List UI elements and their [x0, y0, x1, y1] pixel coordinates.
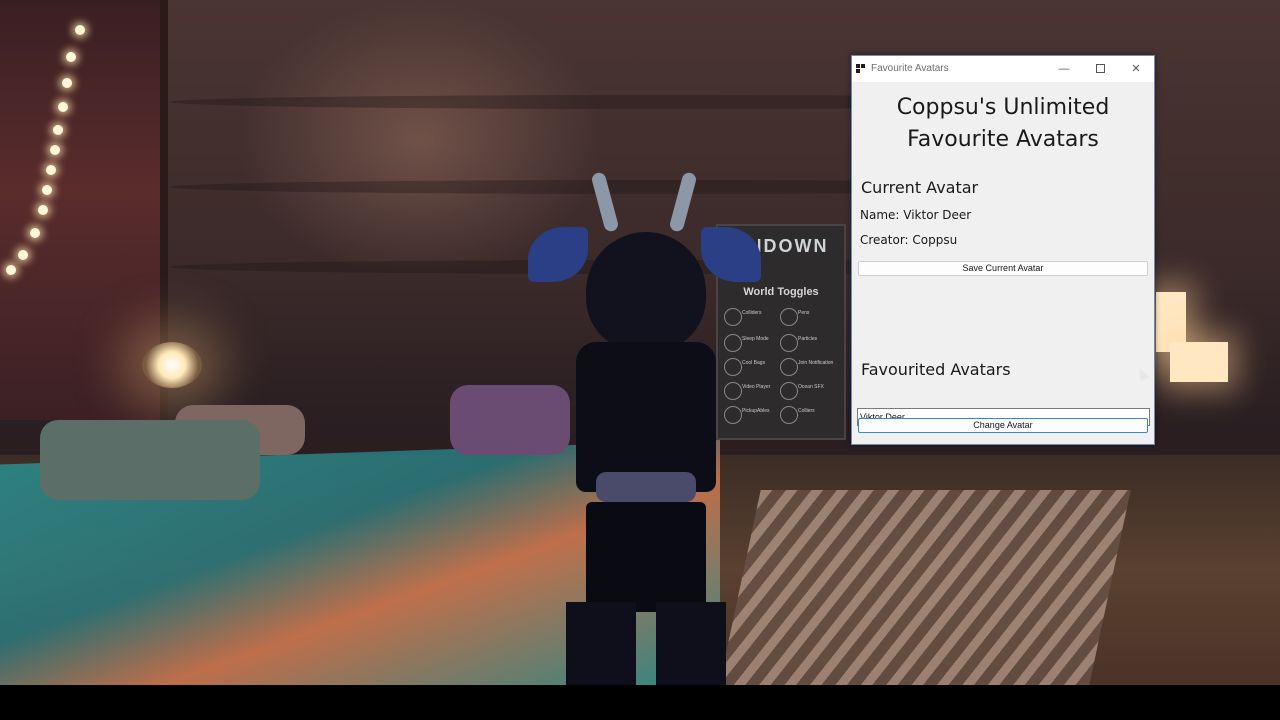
toggle-label: Particles [798, 336, 818, 342]
rug [719, 490, 1131, 685]
string-light [66, 52, 76, 62]
board-subtitle: World Toggles [743, 286, 819, 298]
string-light [18, 250, 28, 260]
toggle-label: Ocean SFX [798, 384, 824, 390]
avatar-legs [556, 602, 736, 685]
string-light [6, 265, 16, 275]
cube-lamp [1170, 342, 1228, 382]
save-current-avatar-button[interactable]: Save Current Avatar [858, 261, 1148, 276]
maximize-icon [1095, 63, 1105, 73]
toggle-label: Colliers [798, 408, 815, 414]
favourite-avatars-window[interactable]: Favourite Avatars — ✕ Coppsu's Unlimited… [851, 55, 1155, 445]
toggle-circle [780, 358, 798, 376]
maximize-button[interactable] [1082, 56, 1118, 82]
toggle-label: Cool Bags [742, 360, 766, 366]
toggle-circle [780, 406, 798, 424]
window-content: Coppsu's Unlimited Favourite Avatars Cur… [852, 82, 1154, 444]
letterbox-bar [0, 685, 1280, 720]
pillow [40, 420, 260, 500]
toggle-label: Colliders [742, 310, 762, 316]
string-light [58, 102, 68, 112]
toggle-label: Sleep Mode [742, 336, 769, 342]
avatar-creator-label: Creator: Coppsu [860, 233, 958, 247]
close-icon: ✕ [1131, 63, 1141, 75]
avatar-name-label: Name: Viktor Deer [860, 208, 972, 222]
window-title: Favourite Avatars [871, 63, 949, 74]
change-avatar-button[interactable]: Change Avatar [858, 418, 1148, 433]
string-light [38, 205, 48, 215]
string-light [42, 185, 52, 195]
string-light [53, 125, 63, 135]
string-light [75, 25, 85, 35]
minimize-icon: — [1058, 63, 1070, 75]
app-heading: Coppsu's Unlimited Favourite Avatars [852, 92, 1154, 156]
toggle-circle [780, 382, 798, 400]
avatar-torso [576, 342, 716, 492]
close-button[interactable]: ✕ [1118, 56, 1154, 82]
toggle-label: Video Player [742, 384, 771, 390]
pillow [450, 385, 570, 455]
avatar-head [586, 232, 706, 352]
wall-lamp [142, 342, 202, 388]
toggle-circle [780, 308, 798, 326]
string-light [62, 78, 72, 88]
minimize-button[interactable]: — [1046, 56, 1082, 82]
current-avatar-title: Current Avatar [861, 178, 979, 197]
string-light [50, 145, 60, 155]
toggle-circle [780, 334, 798, 352]
avatar-shorts [586, 502, 706, 612]
app-logo-icon [856, 64, 866, 74]
title-bar[interactable]: Favourite Avatars — ✕ [852, 56, 1154, 82]
ear [528, 227, 588, 282]
toggle-label: Pens [798, 310, 810, 316]
string-light [46, 165, 56, 175]
string-light [30, 228, 40, 238]
heading-line-1: Coppsu's Unlimited [896, 95, 1110, 120]
favourited-avatars-title: Favourited Avatars [861, 360, 1011, 379]
avatar-belly [596, 472, 696, 502]
heading-line-2: Favourite Avatars [907, 127, 1099, 152]
toggle-label: PickupAbles [742, 408, 770, 414]
toggle-label: Join Notification [798, 360, 834, 366]
player-avatar [528, 171, 761, 685]
